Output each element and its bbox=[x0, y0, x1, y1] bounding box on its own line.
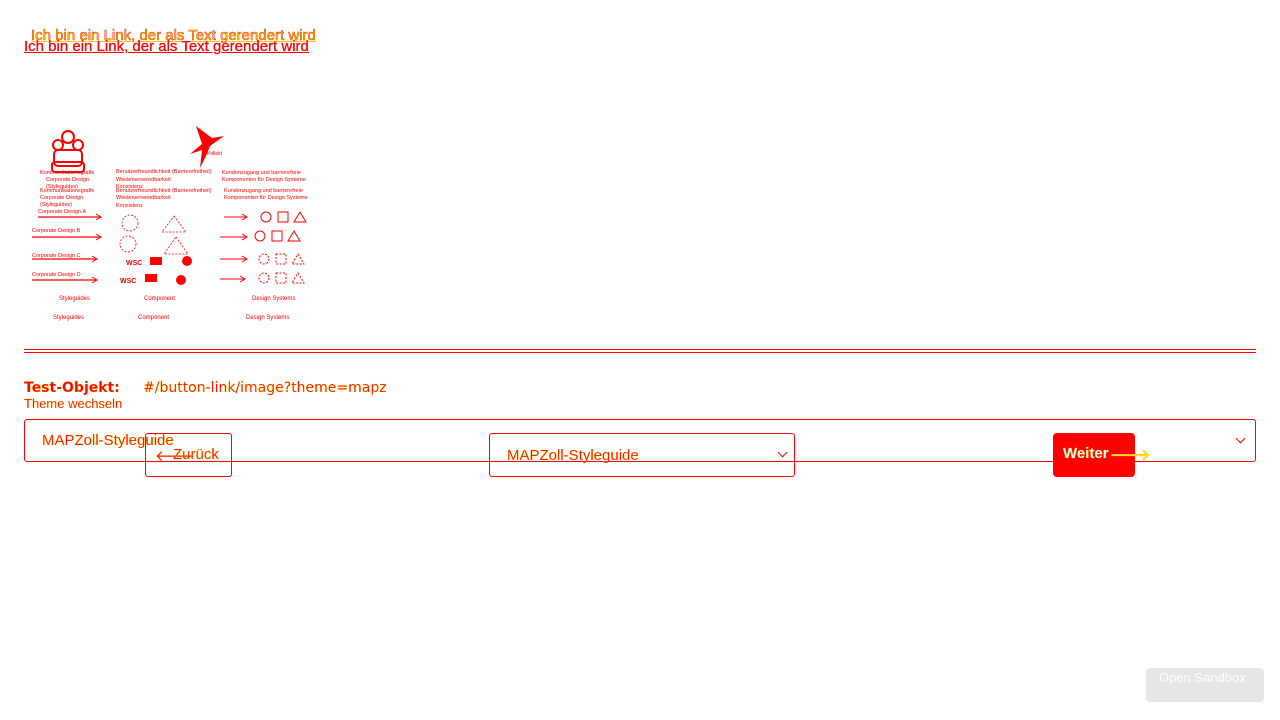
svg-text:Komponenten für Design Systeme: Komponenten für Design Systeme bbox=[222, 177, 306, 183]
svg-text:Komponenten für Design Systeme: Komponenten für Design Systeme bbox=[224, 195, 308, 201]
divider-top bbox=[24, 349, 1256, 350]
svg-text:Corporate Design: Corporate Design bbox=[40, 195, 83, 201]
open-sandbox-button[interactable]: Open Sandbox bbox=[1146, 668, 1264, 702]
svg-text:Wiederverwendbarkeit: Wiederverwendbarkeit bbox=[116, 177, 171, 183]
svg-text:Corporate Design B: Corporate Design B bbox=[32, 228, 81, 234]
svg-text:Kommunikationsgrafik: Kommunikationsgrafik bbox=[40, 188, 94, 194]
col2-checklist: Benutzerfreundlichkeit (Barrierefreiheit… bbox=[116, 169, 212, 209]
nav-theme-select[interactable]: MAPZoll-Styleguide bbox=[489, 433, 795, 477]
people-icon bbox=[51, 130, 85, 173]
theme-switch-label: Theme wechseln bbox=[24, 396, 123, 411]
svg-text:Corporate Design D: Corporate Design D bbox=[32, 272, 81, 278]
nav-theme-select-value: MAPZoll-Styleguide bbox=[507, 447, 639, 464]
component-shapes bbox=[119, 214, 189, 255]
svg-text:Component: Component bbox=[138, 315, 169, 321]
figure-brand: Kollekt bbox=[207, 151, 223, 157]
test-object-value: #/button-link/image?theme=mapz bbox=[143, 380, 387, 396]
svg-text:Styleguides: Styleguides bbox=[53, 315, 84, 321]
svg-text:Kundenzugang und barrierefreie: Kundenzugang und barrierefreie bbox=[224, 188, 303, 194]
test-object-label: Test-Objekt: bbox=[24, 380, 120, 396]
svg-text:Kundenzugang und barrierefreie: Kundenzugang und barrierefreie bbox=[222, 170, 301, 176]
svg-text:Benutzerfreundlichkeit (Barrie: Benutzerfreundlichkeit (Barrierefreiheit… bbox=[116, 169, 212, 175]
back-button-label: Zurück bbox=[173, 446, 219, 463]
svg-text:Kommunikationsgrafik: Kommunikationsgrafik bbox=[40, 170, 94, 176]
svg-text:WSC: WSC bbox=[126, 260, 142, 267]
svg-text:Corporate Design A: Corporate Design A bbox=[38, 209, 86, 215]
column-labels: Styleguides Component Design Systems Sty… bbox=[53, 296, 295, 321]
component-badges: WSC WSC bbox=[120, 256, 192, 285]
arrow-right-icon: 🡒 bbox=[1110, 447, 1151, 464]
svg-text:Styleguides: Styleguides bbox=[59, 296, 90, 302]
next-button-label: Weiter bbox=[1063, 445, 1109, 462]
col1-arrows: Corporate Design A Corporate Design B Co… bbox=[32, 209, 102, 284]
styleguide-illustration: Kollekt Kommunikationsgrafik Corporate D… bbox=[32, 126, 308, 321]
text-link-secondary[interactable]: Ich bin ein Link, der als Text gerendert… bbox=[24, 38, 309, 55]
bird-logo-icon bbox=[190, 126, 224, 168]
svg-text:Corporate Design C: Corporate Design C bbox=[32, 253, 81, 259]
svg-text:Component: Component bbox=[144, 296, 175, 302]
chevron-down-icon bbox=[777, 447, 788, 458]
svg-text:Wiederverwendbarkeit: Wiederverwendbarkeit bbox=[116, 195, 171, 201]
svg-text:Konsistenz: Konsistenz bbox=[116, 203, 143, 209]
col1-checklist: Kommunikationsgrafik Corporate Design (S… bbox=[40, 170, 94, 208]
col3-checklist: Kundenzugang und barrierefreie Komponent… bbox=[222, 170, 308, 201]
back-button[interactable]: 🡐 Zurück bbox=[145, 433, 232, 477]
svg-text:Corporate Design: Corporate Design bbox=[46, 177, 89, 183]
divider-bottom bbox=[24, 352, 1256, 353]
svg-text:Design Systems: Design Systems bbox=[246, 315, 289, 321]
svg-text:WSC: WSC bbox=[120, 278, 136, 285]
svg-text:Design Systems: Design Systems bbox=[252, 296, 295, 302]
svg-text:Benutzerfreundlichkeit (Barrie: Benutzerfreundlichkeit (Barrierefreiheit… bbox=[116, 188, 212, 194]
chevron-down-icon bbox=[1235, 433, 1246, 444]
next-button[interactable]: Weiter 🡒 bbox=[1053, 433, 1150, 477]
design-system-shapes bbox=[220, 211, 307, 284]
svg-text:(Styleguides): (Styleguides) bbox=[40, 202, 72, 208]
